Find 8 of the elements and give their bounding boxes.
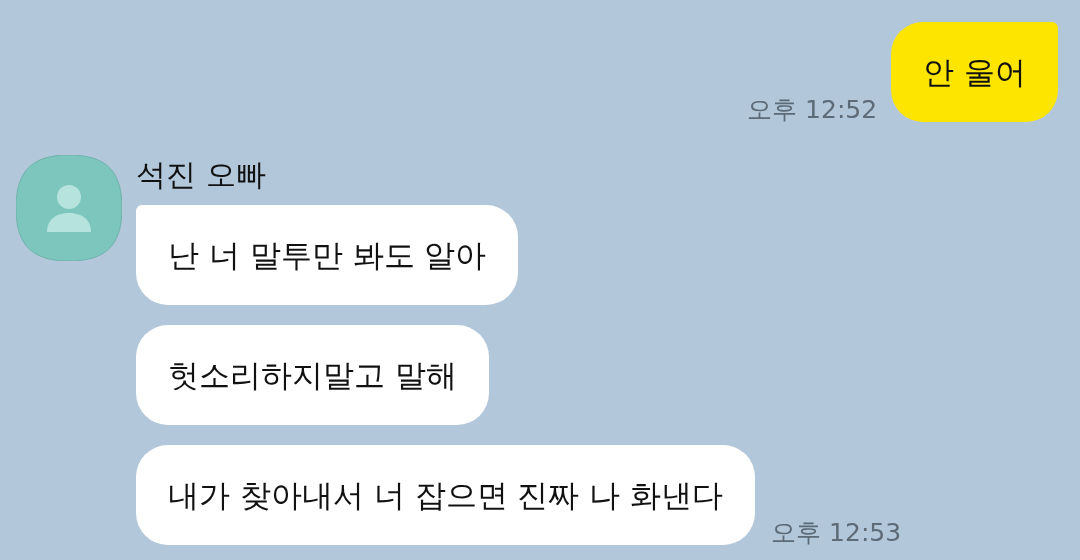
message-bubble: 안 울어 (891, 22, 1058, 122)
message-bubble: 난 너 말투만 봐도 알아 (136, 205, 519, 305)
sender-name: 석진 오빠 (136, 156, 266, 194)
message-bubble: 헛소리하지말고 말해 (136, 325, 489, 425)
message-time: 오후 12:52 (747, 94, 878, 126)
message-time: 오후 12:53 (771, 517, 902, 549)
message-bubble: 내가 찾아내서 너 잡으면 진짜 나 화낸다 (136, 445, 756, 545)
avatar-icon[interactable] (16, 155, 122, 261)
